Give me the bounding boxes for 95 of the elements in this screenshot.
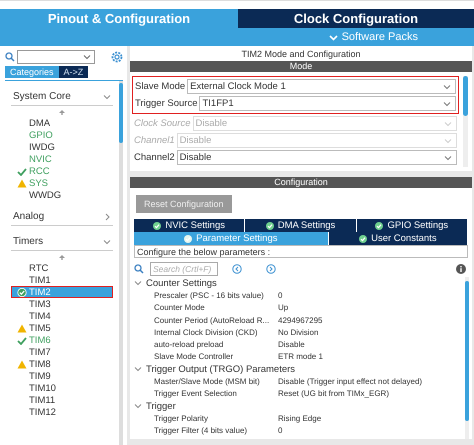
check-circle-icon — [184, 234, 192, 242]
check-icon — [17, 166, 27, 176]
scrollbar[interactable] — [119, 81, 123, 445]
chevron-down-icon — [134, 403, 142, 410]
parameter-name: Counter Period (AutoReload R... — [154, 316, 270, 325]
settings-icon — [111, 51, 123, 63]
peripheral-item[interactable]: TIM8 — [11, 358, 113, 370]
chevron-down-icon — [103, 94, 111, 100]
peripheral-item[interactable]: TIM4 — [11, 310, 113, 322]
search-icon — [134, 264, 144, 274]
parameter-value[interactable]: 0 — [278, 290, 282, 300]
sidebar-tab[interactable]: A->Z — [58, 66, 88, 78]
parameter-value[interactable]: Disable (Trigger input effect not delayed) — [278, 377, 422, 386]
category-header[interactable]: System Core — [11, 81, 113, 106]
peripheral-item[interactable]: WWDG — [11, 189, 113, 201]
scrollbar[interactable] — [463, 76, 468, 167]
search-field[interactable]: Search (Crtl+F) — [150, 262, 218, 276]
chevron-down-icon — [444, 154, 452, 160]
parameter-value[interactable]: 0 — [278, 426, 282, 436]
tree-group[interactable]: Counter Settings — [134, 277, 217, 290]
dropdown[interactable]: Disable — [176, 150, 457, 165]
check-circle-icon — [266, 222, 274, 230]
parameter-value[interactable]: Reset (UG bit from TIMx_EGR) — [278, 389, 389, 398]
chevron-down-icon — [134, 280, 142, 286]
peripheral-item[interactable]: TIM1 — [11, 274, 113, 286]
dropdown[interactable]: External Clock Mode 1 — [187, 79, 456, 94]
peripheral-item[interactable]: TIM3 — [11, 298, 113, 310]
field-label: Channel2 — [134, 152, 175, 163]
parameter-name: Trigger Event Selection — [154, 389, 238, 398]
chevron-down-icon — [328, 34, 338, 40]
warning-icon — [17, 324, 27, 332]
panel-title: TIM2 Mode and Configuration — [240, 48, 362, 61]
parameter-name: Master/Slave Mode (MSM bit) — [154, 377, 261, 386]
settings-tab[interactable]: DMA Settings — [245, 219, 357, 232]
chevron-right-icon — [104, 212, 111, 220]
parameter-value[interactable]: Rising Edge — [278, 414, 322, 423]
scroll-up-icon — [59, 110, 65, 115]
peripheral-item[interactable]: TIM10 — [11, 382, 113, 394]
chevron-down-icon — [103, 238, 111, 244]
hint-text: Configure the below parameters : — [134, 245, 468, 258]
dropdown[interactable]: TI1FP1 — [199, 96, 456, 111]
header-tab[interactable]: Clock Configuration — [238, 9, 474, 28]
check-circle-icon — [375, 222, 384, 230]
info-icon — [456, 264, 466, 274]
parameter-name: Internal Clock Division (CKD) — [154, 328, 259, 337]
check-circle-icon — [359, 234, 368, 242]
chevron-down-icon — [444, 138, 452, 144]
peripheral-item[interactable]: TIM9 — [11, 370, 113, 382]
chevron-down-icon — [444, 120, 452, 126]
field-label: Clock Source — [134, 118, 190, 129]
parameter-name: auto-reload preload — [154, 340, 224, 350]
warning-icon — [17, 360, 27, 368]
parameter-name: Prescaler (PSC - 16 bits value) — [154, 290, 265, 300]
category-header[interactable]: Analog — [11, 201, 113, 226]
peripheral-item[interactable]: TIM7 — [11, 346, 113, 358]
parameter-value[interactable]: 4294967295 — [278, 316, 322, 325]
parameter-name: Trigger Polarity — [154, 414, 209, 423]
peripheral-item[interactable]: DMA — [11, 117, 113, 129]
settings-tab[interactable]: User Constants — [328, 232, 468, 245]
parameter-value[interactable]: Up — [278, 303, 288, 312]
parameter-value[interactable]: No Division — [278, 328, 318, 337]
parameter-name: Trigger Filter (4 bits value) — [154, 426, 248, 436]
settings-tab[interactable]: GPIO Settings — [356, 219, 468, 232]
check-circle-icon — [153, 222, 162, 230]
settings-tab[interactable]: NVIC Settings — [134, 219, 246, 232]
field-label: Slave Mode — [135, 81, 186, 92]
scroll-up-icon — [59, 255, 65, 260]
chevron-down-icon — [134, 366, 142, 372]
section-header: Configuration — [130, 177, 472, 188]
parameter-value[interactable]: ETR mode 1 — [278, 352, 323, 362]
category-header[interactable]: Timers — [11, 226, 113, 251]
parameter-value[interactable]: Disable — [278, 340, 305, 350]
chevron-down-icon — [443, 84, 451, 90]
field-label: Trigger Source — [135, 98, 198, 109]
tree-group[interactable]: Trigger Output (TRGO) Parameters — [134, 363, 296, 376]
parameter-name: Counter Mode — [154, 303, 206, 312]
peripheral-item[interactable]: TIM12 — [11, 406, 113, 418]
search-icon — [5, 52, 15, 62]
section-header: Mode — [130, 61, 472, 72]
tree-group[interactable]: Trigger — [134, 400, 176, 412]
next-icon — [266, 264, 276, 274]
chevron-down-icon — [443, 100, 451, 106]
check-icon — [17, 336, 27, 344]
warning-icon — [17, 178, 27, 188]
check-circle-icon — [17, 288, 27, 296]
peripheral-item[interactable]: TIM11 — [11, 394, 113, 406]
peripheral-item[interactable]: IWDG — [11, 141, 113, 153]
previous-icon — [232, 264, 242, 274]
search-field[interactable] — [17, 50, 95, 64]
peripheral-item[interactable]: TIM5 — [11, 322, 113, 334]
field-label: Channel1 — [134, 135, 175, 146]
chevron-down-icon — [83, 54, 91, 60]
scrollbar[interactable] — [465, 277, 469, 439]
peripheral-item[interactable]: RTC — [11, 262, 113, 274]
parameter-name: Slave Mode Controller — [154, 352, 234, 362]
